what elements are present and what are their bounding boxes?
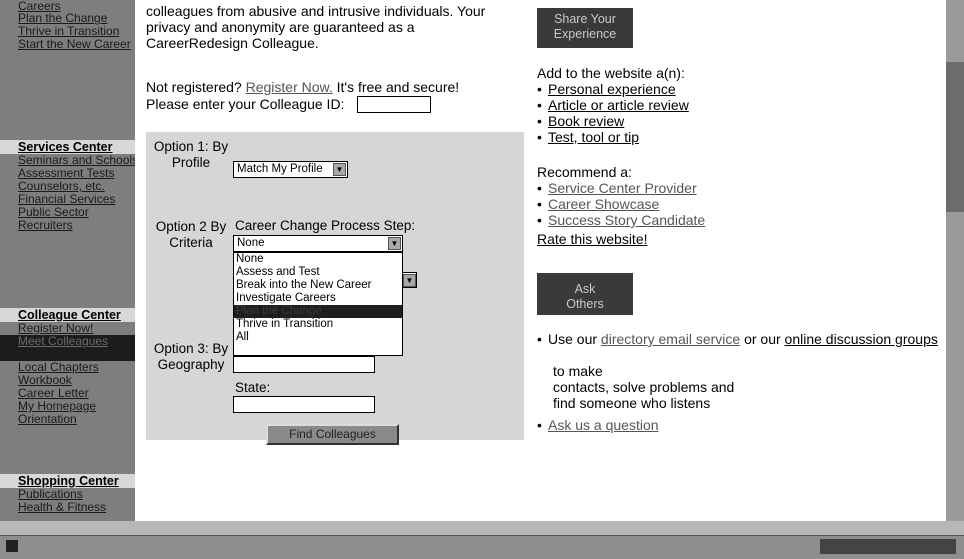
online-discussion-link[interactable]: online discussion groups	[785, 331, 938, 347]
dropdown-option[interactable]: Thrive in Transition	[234, 318, 402, 331]
find-colleagues-button[interactable]: Find Colleagues	[266, 424, 399, 445]
colleague-id-label: Please enter your Colleague ID:	[146, 96, 345, 112]
profile-select-value: Match My Profile	[237, 163, 323, 175]
left-sidebar: Careers Plan the Change Thrive in Transi…	[0, 0, 135, 535]
sidebar-shopping-section: Shopping Center Publications Health & Fi…	[0, 474, 135, 514]
dropdown-option[interactable]: None	[234, 253, 402, 266]
ask-others-button[interactable]: Ask Others	[537, 273, 633, 315]
chevron-down-icon[interactable]: ▼	[388, 237, 401, 250]
recommend-title: Recommend a:	[537, 164, 632, 180]
sidebar-item-meet-colleagues[interactable]: Meet Colleagues	[0, 335, 135, 361]
directory-email-link[interactable]: directory email service	[601, 331, 740, 347]
use-our-text: Use our	[548, 331, 598, 347]
directory-bullet: • Use our directory email service or our …	[537, 331, 938, 347]
option-1-label: Option 1: By Profile	[153, 139, 229, 170]
vertical-scroll-thumb[interactable]	[946, 62, 964, 212]
register-line: Not registered? Register Now. It's free …	[146, 79, 460, 96]
directory-bullet-cont-3: find someone who listens	[553, 395, 711, 411]
criteria-label: Career Change Process Step:	[235, 218, 416, 233]
sidebar-link-start-career[interactable]: Start the New Career	[0, 38, 135, 51]
profile-select[interactable]: Match My Profile ▼	[233, 161, 348, 178]
recommend-item: • Career Showcase	[537, 196, 660, 212]
sidebar-header-shopping[interactable]: Shopping Center	[0, 474, 135, 488]
add-personal-experience-link[interactable]: Personal experience	[548, 81, 676, 97]
recommend-success-link[interactable]: Success Story Candidate	[548, 212, 705, 228]
security-zone-panel	[820, 539, 956, 554]
intro-line-1: colleagues from abusive and intrusive in…	[146, 3, 486, 19]
sidebar-top-links: Careers Plan the Change Thrive in Transi…	[0, 0, 135, 51]
chevron-down-icon[interactable]: ▼	[403, 274, 416, 287]
recommend-item: • Success Story Candidate	[537, 212, 706, 228]
intro-line-2: privacy and anonymity are guaranteed as …	[146, 19, 415, 35]
sidebar-header-colleague[interactable]: Colleague Center	[0, 308, 135, 322]
status-bar	[0, 535, 964, 559]
sidebar-item-recruiters[interactable]: Recruiters	[0, 219, 135, 232]
ask-question-link[interactable]: Ask us a question	[548, 417, 659, 433]
sidebar-item-health[interactable]: Health & Fitness	[0, 501, 135, 514]
hidden-select-arrow[interactable]: ▼	[403, 272, 417, 288]
register-now-link[interactable]: Register Now.	[246, 79, 333, 95]
not-registered-text: Not registered?	[146, 79, 242, 95]
dropdown-option-highlighted[interactable]: Plan the Change	[234, 305, 402, 318]
criteria-select[interactable]: None ▼	[233, 235, 403, 252]
chevron-down-icon[interactable]: ▼	[333, 163, 346, 176]
sidebar-item-orientation[interactable]: Orientation	[0, 413, 135, 426]
add-article-link[interactable]: Article or article review	[548, 97, 689, 113]
intro-line-3: CareerRedesign Colleague.	[146, 35, 319, 51]
criteria-select-value: None	[237, 237, 265, 249]
option-3-label: Option 3: By Geography	[153, 341, 229, 372]
recommend-provider-link[interactable]: Service Center Provider	[548, 180, 697, 196]
dropdown-option[interactable]: Break into the New Career	[234, 279, 402, 292]
directory-bullet-cont-1: to make	[553, 363, 603, 379]
page-icon	[6, 540, 18, 552]
recommend-item: • Service Center Provider	[537, 180, 697, 196]
add-title: Add to the website a(n):	[537, 65, 685, 81]
dropdown-option[interactable]: All	[234, 331, 402, 344]
sidebar-services-section: Services Center Seminars and Schools Ass…	[0, 140, 135, 232]
colleague-id-input[interactable]	[357, 96, 431, 113]
sidebar-colleague-section: Colleague Center Register Now! Meet Coll…	[0, 308, 135, 426]
sidebar-header-services[interactable]: Services Center	[0, 140, 135, 154]
option-2-label: Option 2 By Criteria	[155, 219, 227, 250]
geography-input[interactable]	[233, 356, 375, 373]
or-our-text: or our	[744, 331, 781, 347]
horizontal-scrollbar[interactable]	[0, 521, 964, 535]
add-item: • Personal experience	[537, 81, 676, 97]
ask-question-bullet: • Ask us a question	[537, 417, 659, 433]
criteria-dropdown-list: None Assess and Test Break into the New …	[233, 252, 403, 356]
dropdown-option[interactable]: Assess and Test	[234, 266, 402, 279]
add-item: • Book review	[537, 113, 625, 129]
recommend-showcase-link[interactable]: Career Showcase	[548, 196, 659, 212]
dropdown-option[interactable]: Investigate Careers	[234, 292, 402, 305]
add-book-review-link[interactable]: Book review	[548, 113, 624, 129]
free-secure-text: It's free and secure!	[336, 79, 460, 95]
add-item: • Test, tool or tip	[537, 129, 640, 145]
add-item: • Article or article review	[537, 97, 689, 113]
directory-bullet-cont-2: contacts, solve problems and	[553, 379, 735, 395]
state-input[interactable]	[233, 396, 375, 413]
rate-website-link[interactable]: Rate this website!	[537, 231, 648, 248]
share-experience-button[interactable]: Share Your Experience	[537, 8, 633, 48]
add-test-tool-link[interactable]: Test, tool or tip	[548, 129, 639, 145]
state-label: State:	[235, 380, 271, 395]
